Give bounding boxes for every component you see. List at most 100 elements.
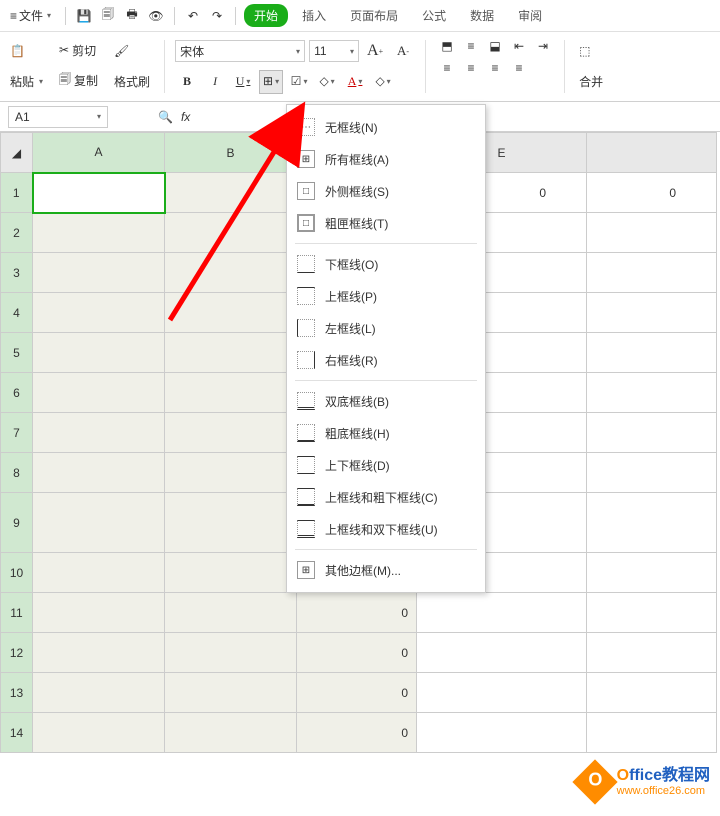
cell[interactable]: [587, 713, 717, 753]
border-all-item[interactable]: ⊞所有框线(A): [287, 143, 485, 175]
border-top-dbl-bottom-item[interactable]: 上框线和双下框线(U): [287, 513, 485, 545]
cell[interactable]: [587, 493, 717, 553]
format-painter-label[interactable]: 格式刷: [110, 71, 154, 92]
tab-insert[interactable]: 插入: [292, 3, 336, 28]
cell[interactable]: [165, 453, 297, 493]
cell[interactable]: [33, 413, 165, 453]
select-all-corner[interactable]: ◢: [1, 133, 33, 173]
border-thick-bottom-item[interactable]: 粗底框线(H): [287, 417, 485, 449]
fill-check-button[interactable]: ☑▾: [287, 70, 311, 94]
cell[interactable]: 0: [297, 673, 417, 713]
cell[interactable]: [165, 633, 297, 673]
indent-increase-button[interactable]: ⇥: [532, 36, 554, 56]
paste-button[interactable]: 📋: [6, 42, 47, 60]
cell[interactable]: [33, 293, 165, 333]
row-header[interactable]: 4: [1, 293, 33, 333]
decrease-font-button[interactable]: A-: [391, 39, 415, 63]
cell[interactable]: [33, 633, 165, 673]
file-menu[interactable]: ≡ 文件 ▾: [4, 5, 57, 26]
tab-home[interactable]: 开始: [244, 4, 288, 27]
format-painter-button[interactable]: 🖌: [110, 42, 154, 60]
cell[interactable]: [33, 593, 165, 633]
italic-button[interactable]: I: [203, 70, 227, 94]
cell[interactable]: [33, 493, 165, 553]
cell[interactable]: [165, 413, 297, 453]
row-header[interactable]: 9: [1, 493, 33, 553]
indent-decrease-button[interactable]: ⇤: [508, 36, 530, 56]
cell[interactable]: [587, 633, 717, 673]
align-top-button[interactable]: ⬒: [436, 36, 458, 56]
copy-button[interactable]: 🗐复制: [55, 68, 102, 93]
cell[interactable]: [587, 453, 717, 493]
align-right-button[interactable]: ≡: [484, 58, 506, 78]
align-center-button[interactable]: ≡: [460, 58, 482, 78]
cell[interactable]: [33, 553, 165, 593]
underline-button[interactable]: U▾: [231, 70, 255, 94]
cell[interactable]: [417, 673, 587, 713]
cell[interactable]: [587, 373, 717, 413]
border-top-item[interactable]: 上框线(P): [287, 280, 485, 312]
fx-icon[interactable]: fx: [181, 110, 190, 124]
row-header[interactable]: 7: [1, 413, 33, 453]
row-header[interactable]: 12: [1, 633, 33, 673]
cell-a1[interactable]: [33, 173, 165, 213]
border-dbl-bottom-item[interactable]: 双底框线(B): [287, 385, 485, 417]
border-more-item[interactable]: ⊞其他边框(M)...: [287, 554, 485, 586]
cell[interactable]: [165, 673, 297, 713]
print-icon[interactable]: 🖶: [122, 6, 142, 26]
align-middle-button[interactable]: ≡: [460, 36, 482, 56]
tab-review[interactable]: 审阅: [508, 3, 552, 28]
fill-color-button[interactable]: ◇▾: [315, 70, 339, 94]
cell[interactable]: [587, 553, 717, 593]
cell[interactable]: 0: [587, 173, 717, 213]
cell[interactable]: 0: [297, 593, 417, 633]
redo-icon[interactable]: ↷: [207, 6, 227, 26]
row-header[interactable]: 11: [1, 593, 33, 633]
border-button[interactable]: ⊞▾: [259, 70, 283, 94]
eraser-button[interactable]: ◇▾: [371, 70, 395, 94]
cut-button[interactable]: ✂剪切: [55, 40, 102, 61]
cell[interactable]: [33, 213, 165, 253]
bold-button[interactable]: B: [175, 70, 199, 94]
font-size-select[interactable]: 11▾: [309, 40, 359, 62]
justify-button[interactable]: ≡: [508, 58, 530, 78]
cell[interactable]: 0: [297, 633, 417, 673]
name-box[interactable]: A1▾: [8, 106, 108, 128]
cell[interactable]: [165, 253, 297, 293]
cell[interactable]: [587, 673, 717, 713]
border-top-thick-bottom-item[interactable]: 上框线和粗下框线(C): [287, 481, 485, 513]
cell[interactable]: [587, 333, 717, 373]
align-left-button[interactable]: ≡: [436, 58, 458, 78]
font-color-button[interactable]: A▾: [343, 70, 367, 94]
border-right-item[interactable]: 右框线(R): [287, 344, 485, 376]
cell[interactable]: [33, 453, 165, 493]
cell[interactable]: [33, 673, 165, 713]
zoom-icon[interactable]: 🔍: [158, 110, 173, 124]
undo-icon[interactable]: ↶: [183, 6, 203, 26]
cell[interactable]: [587, 413, 717, 453]
paste-label[interactable]: 粘贴▾: [6, 71, 47, 92]
row-header[interactable]: 2: [1, 213, 33, 253]
border-left-item[interactable]: 左框线(L): [287, 312, 485, 344]
cell[interactable]: [417, 633, 587, 673]
cell[interactable]: [165, 373, 297, 413]
border-top-bottom-item[interactable]: 上下框线(D): [287, 449, 485, 481]
tab-page-layout[interactable]: 页面布局: [340, 3, 408, 28]
cell[interactable]: [165, 213, 297, 253]
row-header[interactable]: 6: [1, 373, 33, 413]
cell[interactable]: [165, 293, 297, 333]
increase-font-button[interactable]: A+: [363, 39, 387, 63]
cell[interactable]: [165, 553, 297, 593]
cell[interactable]: [33, 333, 165, 373]
row-header[interactable]: 1: [1, 173, 33, 213]
row-header[interactable]: 10: [1, 553, 33, 593]
cell[interactable]: [165, 173, 297, 213]
border-outer-item[interactable]: □外侧框线(S): [287, 175, 485, 207]
cell[interactable]: [165, 333, 297, 373]
border-thick-item[interactable]: □粗匣框线(T): [287, 207, 485, 239]
border-bottom-item[interactable]: 下框线(O): [287, 248, 485, 280]
cell[interactable]: [165, 713, 297, 753]
cell[interactable]: [417, 713, 587, 753]
cell[interactable]: [33, 713, 165, 753]
column-header-b[interactable]: B: [165, 133, 297, 173]
